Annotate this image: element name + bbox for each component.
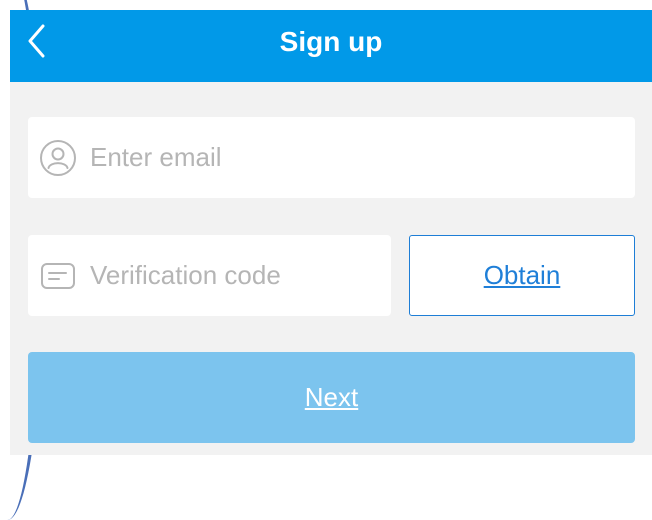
next-label: Next — [304, 382, 359, 412]
user-circle-icon — [38, 138, 78, 178]
obtain-code-label: Obtain — [483, 260, 561, 290]
app-screen: Sign up Obtain Next — [10, 10, 652, 455]
verification-code-input[interactable] — [90, 235, 391, 316]
page-title: Sign up — [279, 26, 383, 57]
message-card-icon — [38, 256, 78, 296]
email-input[interactable] — [90, 117, 635, 198]
header-bar: Sign up — [10, 10, 652, 82]
next-button[interactable]: Next — [28, 352, 635, 443]
email-field-container — [28, 117, 635, 198]
obtain-code-button[interactable]: Obtain — [409, 235, 635, 316]
verification-code-field-container — [28, 235, 391, 316]
